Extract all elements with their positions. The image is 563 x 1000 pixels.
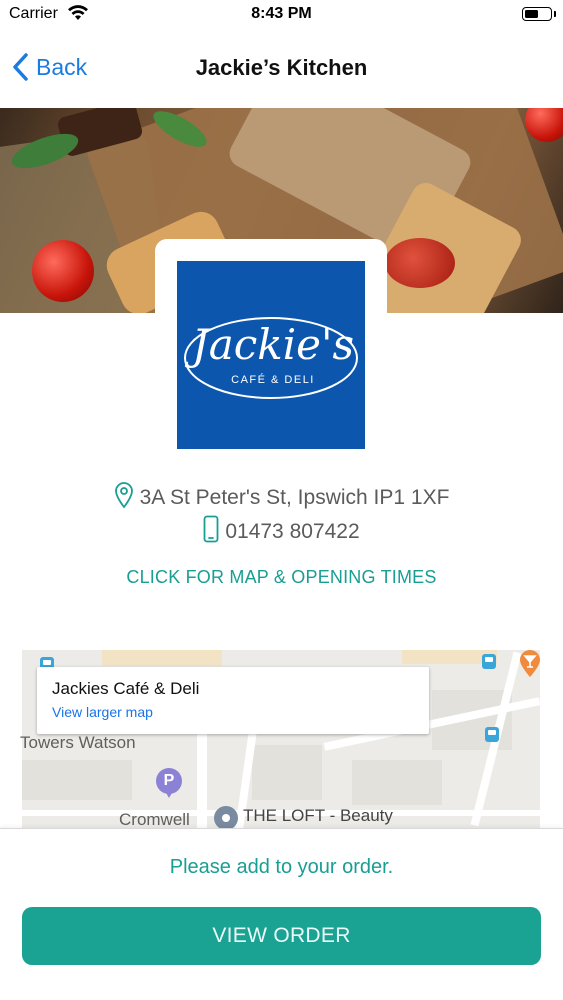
address-text: 3A St Peter's St, Ipswich IP1 1XF: [139, 485, 450, 509]
bar-icon: [518, 650, 542, 678]
map-opening-times-link[interactable]: CLICK FOR MAP & OPENING TIMES: [0, 567, 563, 588]
hero-tomato: [32, 240, 94, 302]
map-building: [352, 760, 442, 805]
battery-cap: [554, 11, 556, 17]
parking-icon: P: [156, 768, 182, 798]
view-order-button[interactable]: VIEW ORDER: [22, 907, 541, 965]
map-label-the-loft: THE LOFT - Beauty: [243, 806, 393, 825]
place-pin-icon: [214, 806, 238, 830]
map-label-cromwell: Cromwell: [119, 810, 190, 829]
logo-wordmark: Jackie's: [184, 320, 354, 369]
hero-tomato: [525, 108, 563, 142]
navigation-bar: Back Jackie’s Kitchen: [0, 30, 563, 108]
page-title: Jackie’s Kitchen: [195, 55, 368, 80]
address-row: 3A St Peter's St, Ipswich IP1 1XF: [0, 481, 563, 514]
parking-label: P: [163, 772, 175, 789]
map-info-card: Jackies Café & Deli View larger map: [37, 667, 429, 734]
order-panel: Please add to your order. VIEW ORDER: [0, 828, 563, 1000]
hero-tomato: [385, 238, 455, 288]
business-logo: Jackie's CAFÉ & DELI: [177, 261, 365, 449]
location-pin-icon: [114, 481, 134, 514]
logo-tagline: CAFÉ & DELI: [231, 373, 315, 386]
order-prompt: Please add to your order.: [169, 856, 394, 878]
mobile-phone-icon: [203, 515, 219, 548]
status-time: 8:43 PM: [251, 5, 312, 22]
bus-stop-icon: [485, 727, 499, 742]
phone-number[interactable]: 01473 807422: [225, 520, 359, 544]
battery-level-fill: [525, 10, 538, 18]
map-area: [102, 650, 222, 666]
view-larger-map-link[interactable]: View larger map: [52, 704, 153, 720]
battery-icon: [522, 7, 552, 21]
phone-row[interactable]: 01473 807422: [0, 515, 563, 548]
map-building: [252, 745, 322, 800]
map-label-towers-watson: Towers Watson: [20, 733, 136, 752]
map-building: [22, 760, 132, 800]
bus-stop-icon: [482, 654, 496, 669]
status-bar: Carrier 8:43 PM: [0, 0, 563, 30]
map-card-title: Jackies Café & Deli: [52, 679, 200, 698]
